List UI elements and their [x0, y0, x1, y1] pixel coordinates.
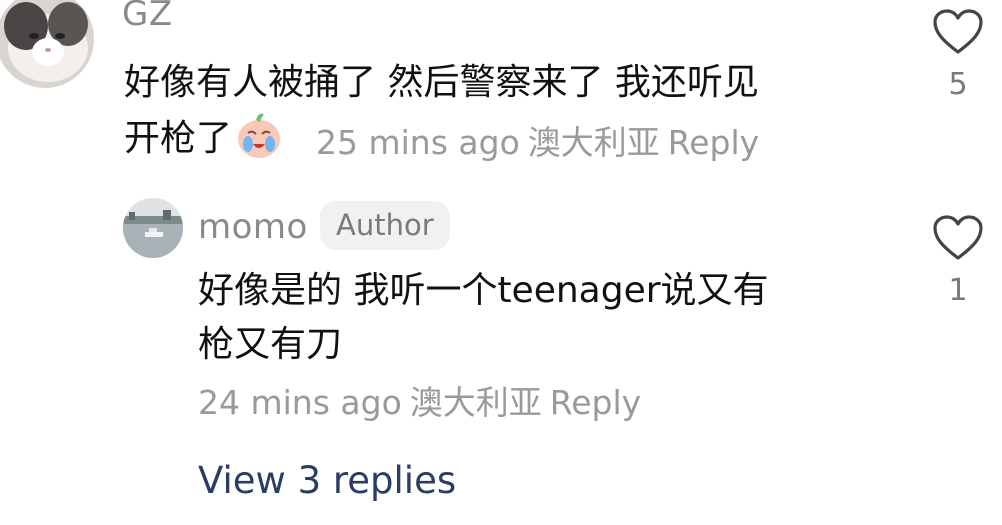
like-count: 5	[948, 67, 968, 102]
comment-meta: 24 mins ago 澳大利亚 Reply	[198, 386, 649, 419]
avatar[interactable]	[0, 0, 94, 88]
username[interactable]: GZ	[122, 0, 173, 31]
timestamp: 25 mins ago	[316, 123, 520, 162]
avatar[interactable]	[123, 198, 183, 258]
view-replies-button[interactable]: View 3 replies	[198, 462, 456, 499]
comment-text-fragment: 开枪了	[124, 118, 233, 159]
heart-icon	[933, 215, 983, 260]
harbour-avatar-icon	[123, 198, 183, 258]
location: 澳大利亚	[409, 383, 542, 422]
like-count: 1	[948, 273, 968, 308]
heart-icon	[933, 9, 983, 54]
comment-text: 好像是的 我听一个teenager说又有 枪又有刀	[198, 264, 898, 372]
comment-meta: 25 mins ago 澳大利亚 Reply	[316, 126, 767, 159]
comment-text-line: 好像有人被捅了 然后警察来了 我还听见	[124, 62, 759, 103]
location: 澳大利亚	[527, 123, 660, 162]
username[interactable]: momo	[198, 210, 308, 244]
comment-text-line: 枪又有刀	[198, 324, 343, 365]
like-button[interactable]: 5	[928, 8, 988, 100]
reply-button[interactable]: Reply	[668, 123, 759, 162]
reply-button[interactable]: Reply	[550, 383, 641, 422]
comment-text-line: 好像是的 我听一个teenager说又有	[198, 270, 769, 311]
cat-avatar-icon	[0, 0, 94, 88]
crying-face-icon	[234, 110, 284, 160]
timestamp: 24 mins ago	[198, 383, 402, 422]
like-button[interactable]: 1	[928, 214, 988, 306]
author-badge: Author	[320, 201, 450, 250]
